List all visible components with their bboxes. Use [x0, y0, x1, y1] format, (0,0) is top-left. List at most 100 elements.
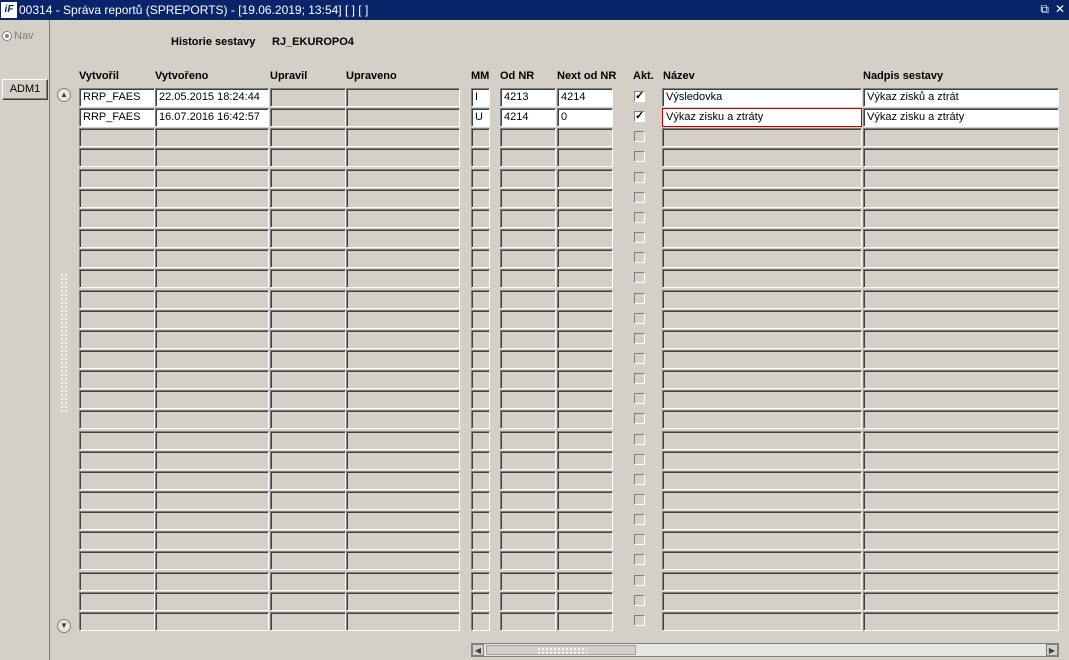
cell-upravil[interactable]	[270, 491, 346, 510]
cell-nadpis[interactable]	[863, 349, 1059, 369]
cell-nadpis[interactable]	[863, 208, 1059, 228]
cell-vytvoril[interactable]	[79, 229, 155, 249]
cell-nadpis[interactable]	[863, 249, 1059, 269]
cell-od-nr[interactable]	[500, 491, 556, 510]
cell-nazev[interactable]	[662, 511, 862, 531]
cell-nadpis[interactable]	[863, 470, 1059, 490]
cell-upravil[interactable]	[270, 108, 346, 128]
cell-nazev[interactable]	[662, 591, 862, 611]
cell-nazev[interactable]	[662, 188, 862, 208]
scroll-down-icon[interactable]: ▼	[57, 619, 71, 633]
cell-nadpis[interactable]	[863, 390, 1059, 410]
cell-nazev[interactable]	[662, 168, 862, 188]
cell-od-nr[interactable]	[500, 551, 556, 571]
cell-nadpis[interactable]	[863, 370, 1059, 390]
cell-od-nr[interactable]	[500, 450, 556, 470]
cell-od-nr[interactable]	[500, 289, 556, 309]
akt-checkbox[interactable]	[634, 373, 645, 385]
scroll-grip[interactable]	[60, 273, 68, 413]
cell-mm[interactable]	[471, 430, 490, 450]
cell-next-od-nr[interactable]	[557, 611, 613, 631]
cell-mm[interactable]	[471, 531, 490, 551]
cell-vytvoreno[interactable]	[155, 289, 269, 309]
cell-mm[interactable]	[471, 148, 490, 168]
cell-next-od-nr[interactable]	[557, 349, 613, 369]
restore-icon[interactable]: ⧉	[1040, 2, 1049, 17]
cell-nazev[interactable]	[662, 390, 862, 410]
cell-next-od-nr[interactable]	[557, 531, 613, 551]
cell-upravil[interactable]	[270, 531, 346, 551]
cell-nadpis[interactable]	[863, 148, 1059, 168]
cell-vytvoreno[interactable]	[155, 329, 269, 349]
cell-upravil[interactable]	[270, 208, 346, 228]
cell-vytvoril[interactable]	[79, 511, 155, 531]
akt-checkbox[interactable]	[634, 292, 645, 304]
cell-vytvoreno[interactable]	[155, 571, 269, 591]
cell-upravil[interactable]	[270, 370, 346, 390]
cell-nadpis[interactable]	[863, 430, 1059, 450]
cell-vytvoreno[interactable]	[155, 309, 269, 329]
cell-upravil[interactable]	[270, 470, 346, 490]
akt-checkbox[interactable]: ✓	[634, 111, 645, 123]
nav-radio[interactable]: Nav	[2, 30, 34, 42]
cell-nazev[interactable]	[662, 349, 862, 369]
cell-mm[interactable]	[471, 128, 490, 148]
cell-vytvoril[interactable]	[79, 128, 155, 148]
akt-checkbox[interactable]	[634, 473, 645, 485]
cell-mm[interactable]	[471, 289, 490, 309]
cell-upravil[interactable]	[270, 611, 346, 631]
akt-checkbox[interactable]	[634, 352, 645, 364]
cell-vytvoreno[interactable]: 16.07.2016 16:42:57	[155, 108, 269, 128]
cell-mm[interactable]	[471, 229, 490, 249]
vertical-scrollbar[interactable]: ▲ ▼	[57, 88, 71, 633]
cell-nazev[interactable]	[662, 148, 862, 168]
cell-vytvoreno[interactable]	[155, 450, 269, 470]
scroll-up-icon[interactable]: ▲	[57, 88, 71, 102]
cell-nazev[interactable]	[662, 551, 862, 571]
close-icon[interactable]: ✕	[1055, 2, 1065, 17]
akt-checkbox[interactable]	[634, 453, 645, 465]
cell-next-od-nr[interactable]	[557, 370, 613, 390]
cell-nazev[interactable]	[662, 531, 862, 551]
cell-next-od-nr[interactable]	[557, 208, 613, 228]
cell-od-nr[interactable]	[500, 309, 556, 329]
cell-nadpis[interactable]	[863, 410, 1059, 430]
cell-upraveno[interactable]	[346, 249, 460, 269]
akt-checkbox[interactable]	[634, 514, 645, 526]
cell-upravil[interactable]	[270, 329, 346, 349]
cell-upravil[interactable]	[270, 551, 346, 571]
cell-nazev[interactable]	[662, 450, 862, 470]
cell-upravil[interactable]	[270, 450, 346, 470]
cell-next-od-nr[interactable]	[557, 309, 613, 329]
cell-vytvoreno[interactable]	[155, 591, 269, 611]
cell-nazev[interactable]	[662, 229, 862, 249]
cell-upravil[interactable]	[270, 591, 346, 611]
cell-mm[interactable]	[471, 349, 490, 369]
cell-upraveno[interactable]	[346, 269, 460, 289]
cell-od-nr[interactable]	[500, 148, 556, 168]
cell-vytvoreno[interactable]	[155, 551, 269, 571]
cell-vytvoreno[interactable]	[155, 370, 269, 390]
cell-upravil[interactable]	[270, 88, 346, 107]
cell-upravil[interactable]	[270, 128, 346, 148]
cell-vytvoril[interactable]	[79, 370, 155, 390]
cell-od-nr[interactable]	[500, 349, 556, 369]
cell-nadpis[interactable]	[863, 571, 1059, 591]
cell-vytvoreno[interactable]	[155, 430, 269, 450]
cell-nadpis[interactable]	[863, 551, 1059, 571]
cell-vytvoril[interactable]	[79, 390, 155, 410]
cell-mm[interactable]	[471, 470, 490, 490]
cell-mm[interactable]	[471, 410, 490, 430]
cell-mm[interactable]	[471, 591, 490, 611]
cell-next-od-nr[interactable]	[557, 511, 613, 531]
cell-mm[interactable]	[471, 208, 490, 228]
cell-next-od-nr[interactable]	[557, 188, 613, 208]
cell-nazev[interactable]	[662, 269, 862, 289]
cell-next-od-nr[interactable]	[557, 430, 613, 450]
cell-od-nr[interactable]	[500, 168, 556, 188]
cell-vytvoril[interactable]	[79, 309, 155, 329]
cell-nadpis[interactable]	[863, 168, 1059, 188]
cell-mm[interactable]	[471, 309, 490, 329]
akt-checkbox[interactable]	[634, 332, 645, 344]
cell-nazev[interactable]	[662, 410, 862, 430]
